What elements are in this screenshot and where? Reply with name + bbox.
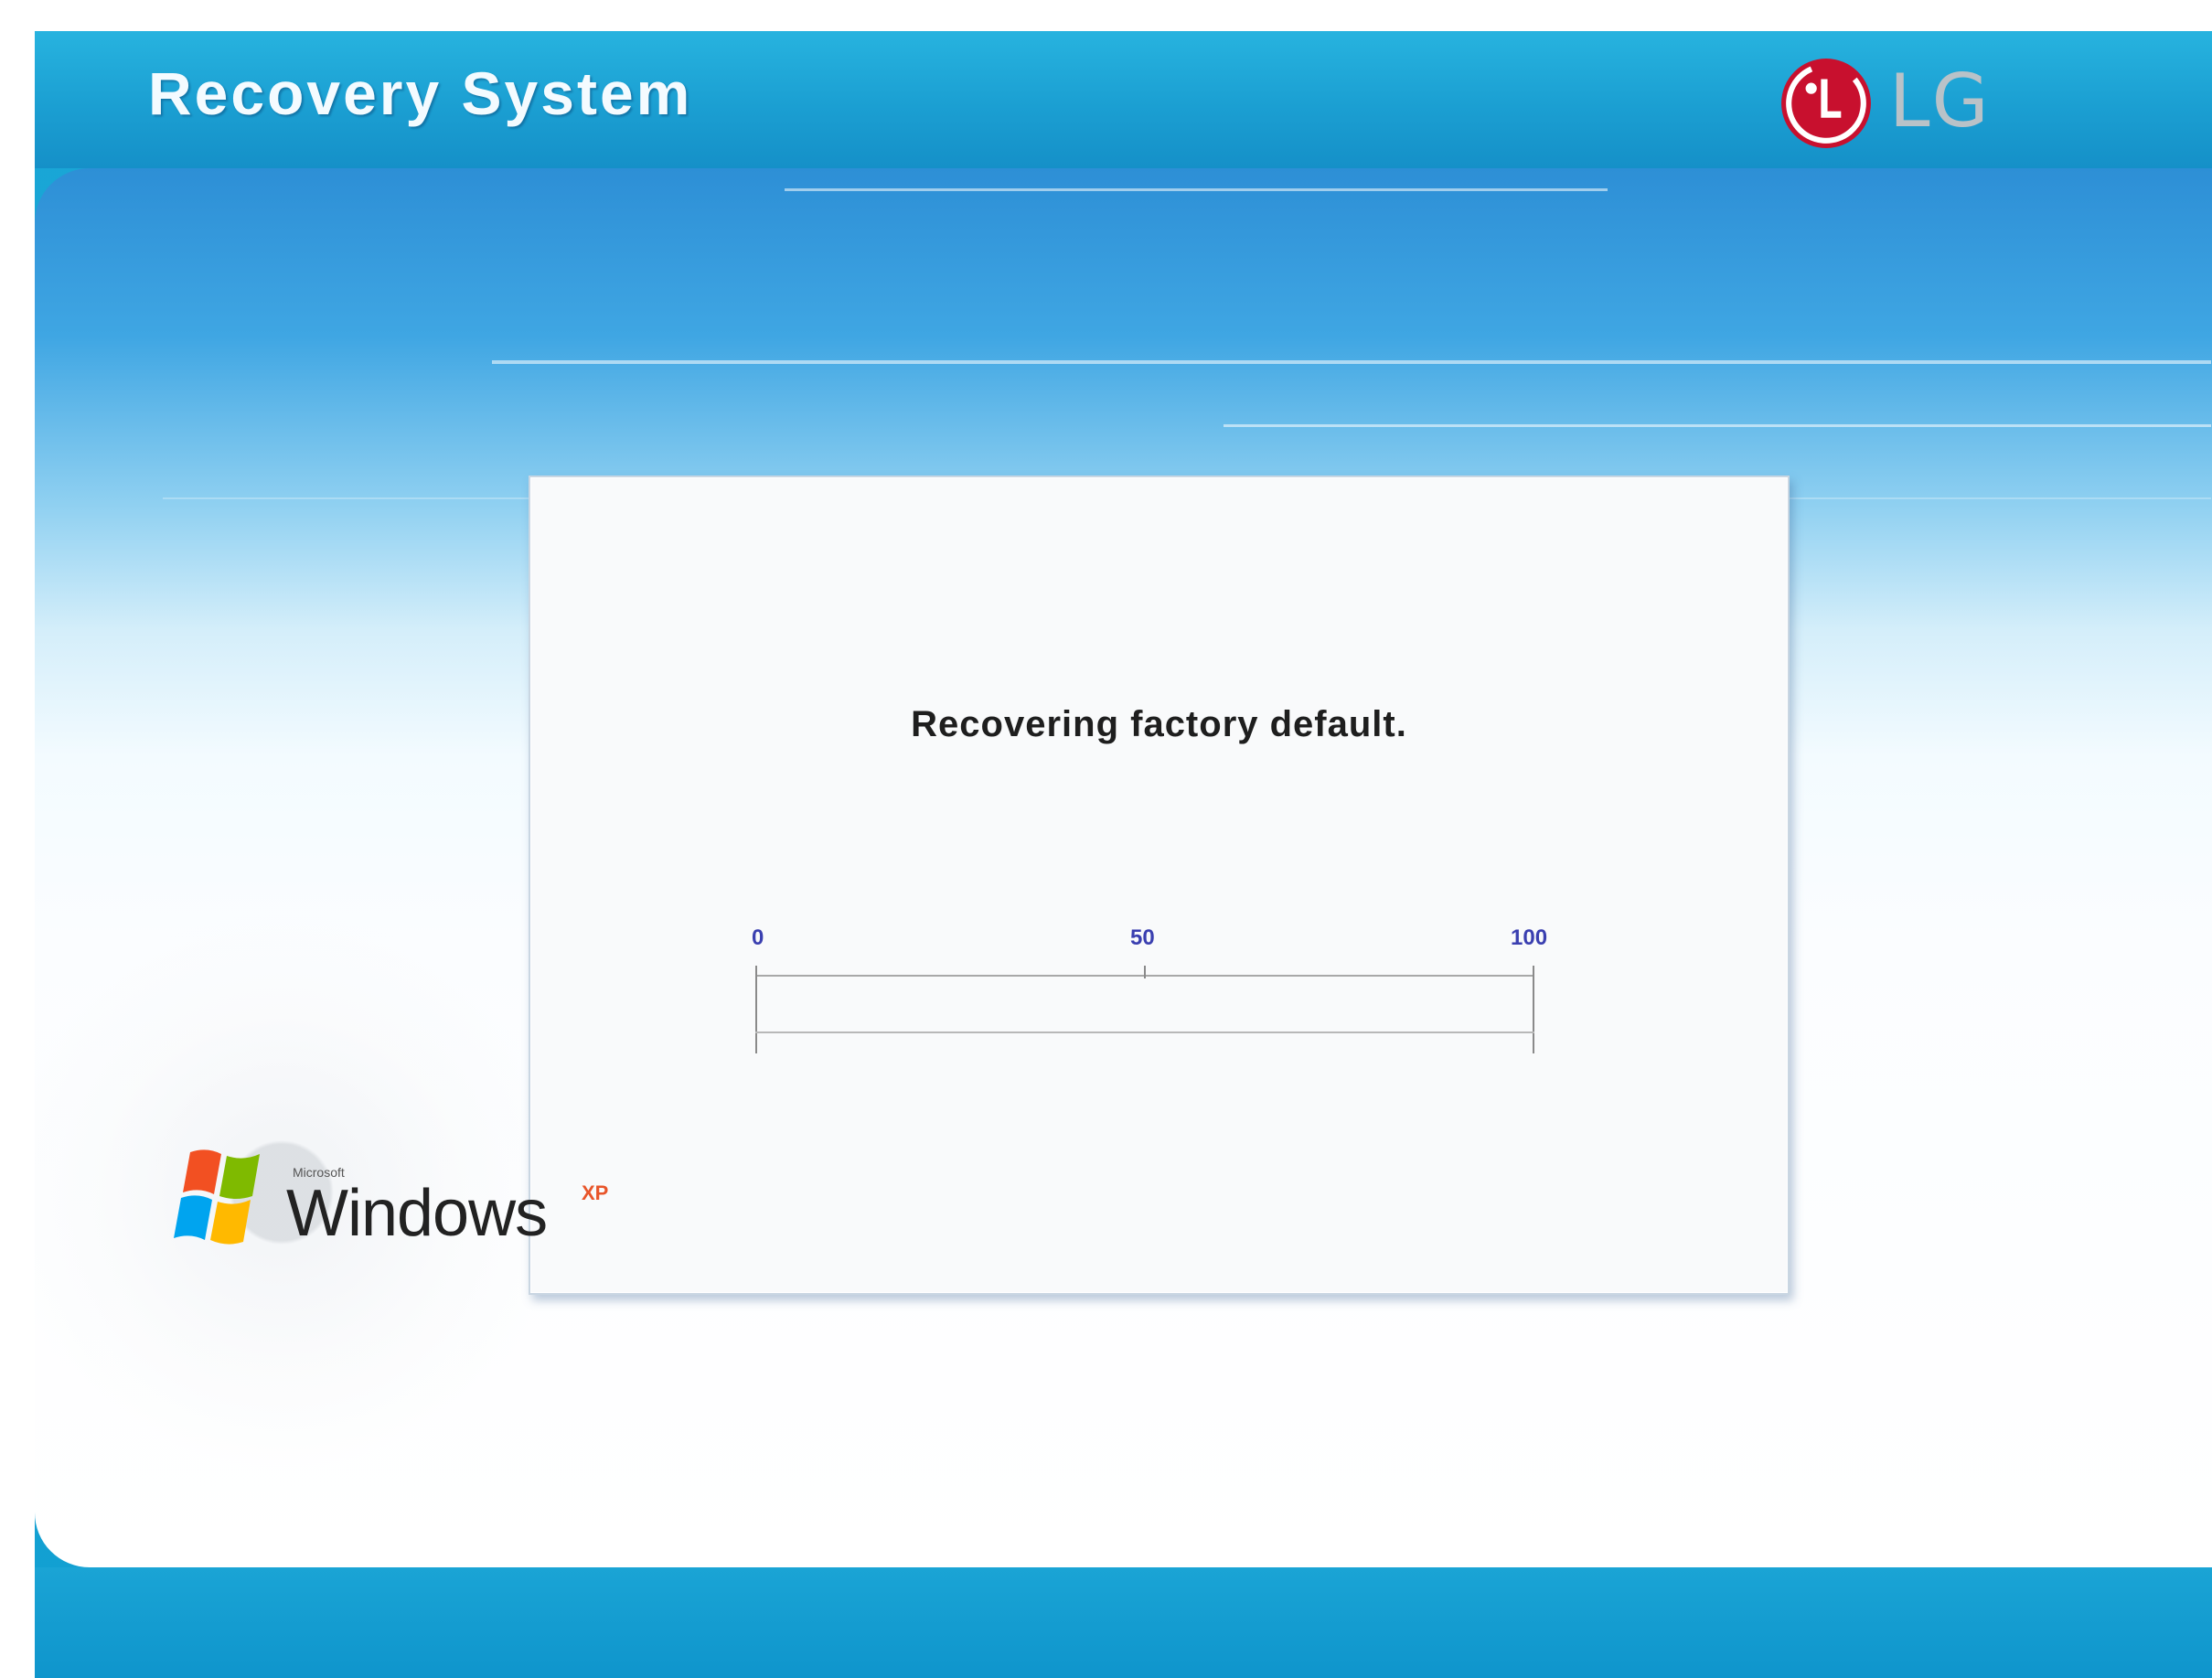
windows-wordmark: Windows — [286, 1177, 548, 1250]
lg-face-icon — [1781, 59, 1871, 148]
progress-scale-label-50: 50 — [1130, 925, 1155, 950]
progress-scale-label-100: 100 — [1511, 925, 1548, 950]
progress-track — [755, 977, 1534, 1033]
windows-flag-icon — [174, 1149, 260, 1245]
recovery-screen: Recovery System LG Recovering factory de… — [35, 31, 2212, 1678]
decorative-streak — [785, 188, 1608, 191]
lg-logo: LG — [1779, 53, 2017, 154]
windows-xp-mark: XP — [582, 1181, 609, 1204]
lg-wordmark: LG — [1889, 59, 1991, 144]
status-message: Recovering factory default. — [911, 704, 1407, 744]
header-bar: Recovery System LG — [35, 31, 2212, 168]
app-title: Recovery System — [148, 59, 693, 127]
decorative-streak — [1224, 424, 2211, 427]
progress-scale-label-0: 0 — [752, 925, 764, 950]
content-panel: Recovering factory default. 0 50 100 Mic… — [35, 168, 2212, 1567]
footer-band — [35, 1567, 2212, 1678]
decorative-streak — [492, 360, 2211, 364]
windows-xp-logo: Microsoft Windows XP — [163, 1145, 638, 1273]
progress-bar: 0 50 100 — [752, 925, 1547, 1053]
recovery-dialog: Recovering factory default. 0 50 100 — [529, 476, 1790, 1295]
